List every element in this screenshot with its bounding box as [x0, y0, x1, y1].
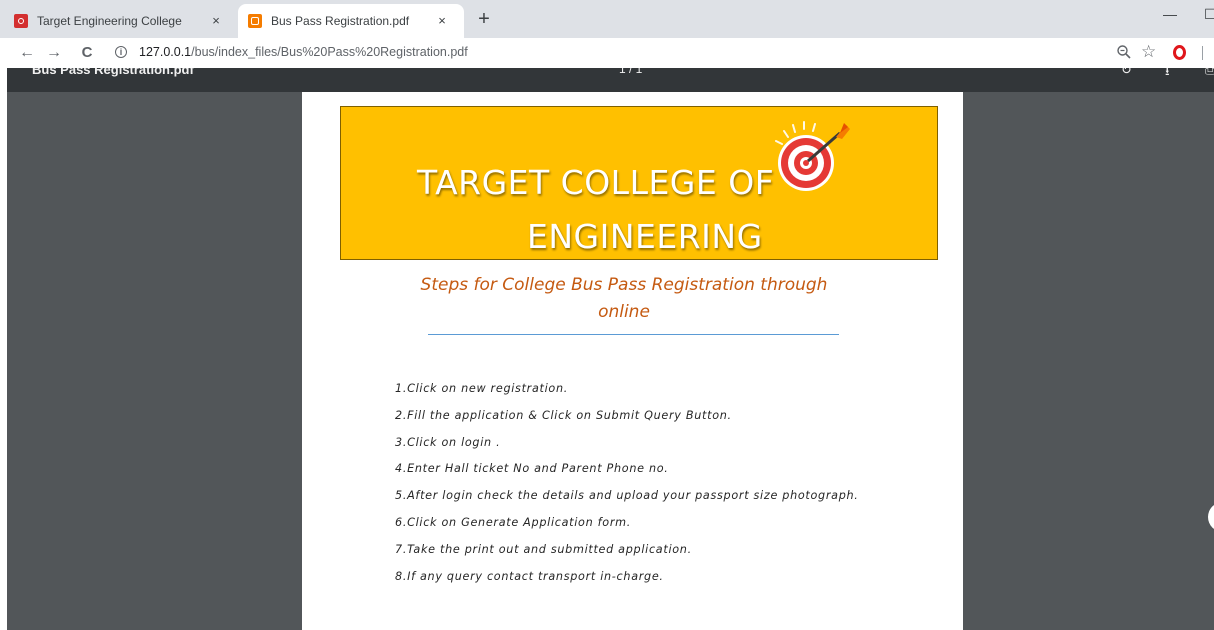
tab-close-icon[interactable]: ×	[434, 13, 450, 29]
floating-action-button[interactable]	[1208, 502, 1214, 532]
url-host: 127.0.0.1	[139, 45, 192, 59]
print-icon[interactable]: ⎙	[1205, 68, 1214, 78]
banner-title-line2: ENGINEERING	[527, 217, 763, 256]
site-info-icon[interactable]: i	[115, 46, 127, 58]
college-banner: TARGET COLLEGE OF ENGINEERING	[340, 106, 938, 260]
pdf-page: TARGET COLLEGE OF ENGINEERING Steps for …	[302, 92, 963, 630]
browser-tab-strip: Target Engineering College × Bus Pass Re…	[0, 0, 1214, 38]
pdf-viewer-toolbar: Bus Pass Registration.pdf 1 / 1 ↻ ⭳ ⎙	[0, 68, 1214, 92]
pdf-favicon-icon	[248, 14, 262, 28]
list-item: 6.Click on Generate Application form.	[395, 515, 631, 529]
document-heading: Steps for College Bus Pass Registration …	[420, 275, 828, 322]
maximize-window-icon[interactable]: ☐	[1204, 6, 1214, 23]
tab-title: Bus Pass Registration.pdf	[271, 14, 410, 28]
bookmark-star-icon[interactable]: ☆	[1141, 42, 1156, 62]
window-left-edge	[0, 68, 7, 630]
back-arrow-icon[interactable]: ←	[17, 43, 37, 63]
tab-close-icon[interactable]: ×	[208, 13, 224, 29]
list-item: 4.Enter Hall ticket No and Parent Phone …	[395, 462, 669, 476]
rotate-icon[interactable]: ↻	[1121, 68, 1132, 78]
forward-arrow-icon[interactable]: →	[44, 43, 64, 63]
list-item: 1.Click on new registration.	[395, 382, 569, 395]
heading-underline	[428, 334, 839, 335]
list-item: 2.Fill the application & Click on Submit…	[395, 408, 732, 422]
url-path: /bus/index_files/Bus%20Pass%20Registrati…	[191, 45, 468, 59]
browser-toolbar: ← → C i 127.0.0.1/bus/index_files/Bus%20…	[0, 38, 1214, 68]
toolbar-divider	[1202, 46, 1203, 60]
tab-title: Target Engineering College	[37, 14, 182, 28]
target-logo-icon	[775, 121, 850, 191]
reload-icon[interactable]: C	[77, 43, 97, 63]
download-icon[interactable]: ⭳	[1165, 68, 1170, 84]
list-item: 7.Take the print out and submitted appli…	[395, 542, 692, 556]
opera-extension-icon[interactable]	[1173, 45, 1186, 60]
banner-title-line1: TARGET COLLEGE OF	[417, 163, 775, 202]
tab-bus-pass-registration[interactable]: Bus Pass Registration.pdf ×	[238, 4, 464, 38]
tab-target-engineering-college[interactable]: Target Engineering College ×	[14, 4, 238, 38]
list-item: 5.After login check the details and uplo…	[395, 489, 859, 503]
address-bar[interactable]: 127.0.0.1/bus/index_files/Bus%20Pass%20R…	[139, 45, 468, 59]
pdf-file-title: Bus Pass Registration.pdf	[32, 68, 194, 77]
list-item: 8.If any query contact transport in-char…	[395, 569, 664, 583]
minimize-window-icon[interactable]: —	[1163, 6, 1177, 22]
list-item: 3.Click on login .	[395, 435, 501, 449]
zoom-icon[interactable]	[1116, 44, 1132, 60]
new-tab-button[interactable]: +	[474, 9, 494, 30]
college-favicon-icon	[14, 14, 28, 28]
pdf-page-indicator: 1 / 1	[619, 68, 643, 76]
registration-steps-list: 1.Click on new registration. 2.Fill the …	[395, 380, 859, 594]
